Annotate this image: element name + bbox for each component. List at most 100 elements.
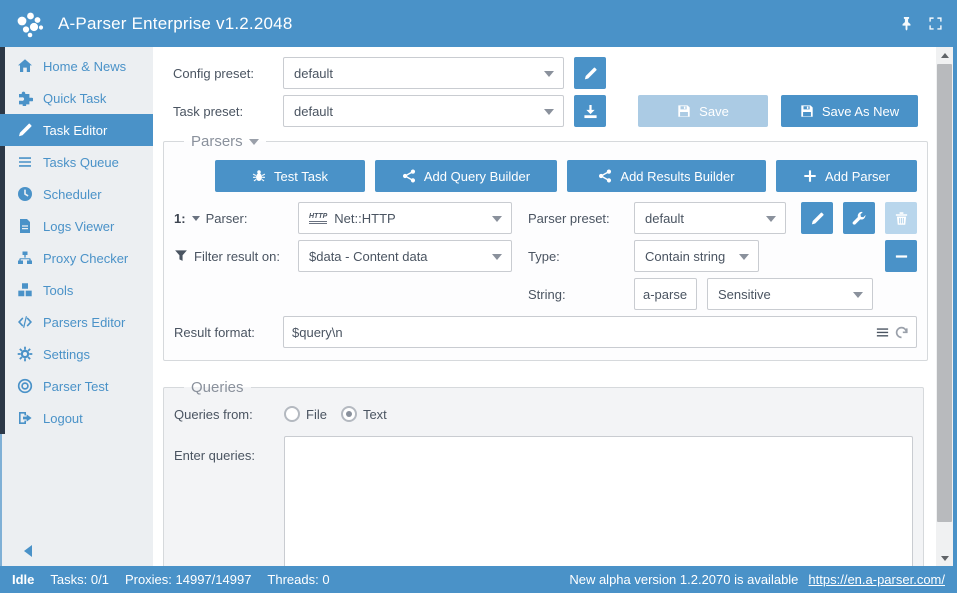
delete-parser-button[interactable] [885, 202, 917, 234]
filter-icon [174, 249, 188, 263]
add-parser-label: Add Parser [825, 169, 890, 184]
filter-field-select[interactable]: $data - Content data [298, 240, 512, 272]
scroll-down-arrow[interactable] [936, 550, 953, 566]
download-icon [583, 104, 598, 119]
sidebar-item-scheduler[interactable]: Scheduler [0, 178, 153, 210]
sidebar-item-logout[interactable]: Logout [0, 402, 153, 434]
task-preset-value: default [294, 104, 333, 119]
plus-icon [803, 169, 817, 183]
queries-from-file-radio[interactable] [284, 406, 300, 422]
filter-case-select[interactable]: Sensitive [707, 278, 873, 310]
gears-icon [17, 346, 33, 362]
enter-queries-label: Enter queries: [174, 436, 284, 463]
filter-type-value: Contain string [645, 249, 725, 264]
sidebar-item-label: Tools [43, 283, 73, 298]
list-icon [17, 154, 33, 170]
test-task-button[interactable]: Test Task [215, 160, 365, 192]
add-results-builder-button[interactable]: Add Results Builder [567, 160, 766, 192]
chevron-down-icon [544, 71, 554, 77]
sidebar-item-proxy-checker[interactable]: Proxy Checker [0, 242, 153, 274]
parser-select-value: Net::HTTP [334, 211, 395, 226]
sidebar-item-label: Settings [43, 347, 90, 362]
save-button[interactable]: Save [638, 95, 768, 127]
filter-string-row: String: Sensitive [174, 278, 917, 310]
parser-select[interactable]: HTTP Net::HTTP [298, 202, 512, 234]
filter-type-select[interactable]: Contain string [634, 240, 759, 272]
sidebar-item-logs-viewer[interactable]: Logs Viewer [0, 210, 153, 242]
save-button-label: Save [699, 104, 729, 119]
vertical-scrollbar[interactable] [936, 47, 953, 566]
clock-icon [17, 186, 33, 202]
sidebar-item-label: Task Editor [43, 123, 107, 138]
config-preset-select[interactable]: default [283, 57, 564, 89]
parser-preset-select[interactable]: default [634, 202, 786, 234]
parser-options-button[interactable] [843, 202, 875, 234]
pencil-icon [810, 211, 825, 226]
sidebar-item-label: Logout [43, 411, 83, 426]
edit-config-preset-button[interactable] [574, 57, 606, 89]
sidebar-item-parser-test[interactable]: Parser Test [0, 370, 153, 402]
scroll-up-arrow[interactable] [936, 47, 953, 63]
sidebar-item-tools[interactable]: Tools [0, 274, 153, 306]
chevron-down-icon [739, 254, 749, 260]
wrench-icon [852, 211, 867, 226]
sidebar-item-label: Parsers Editor [43, 315, 125, 330]
filter-string-input[interactable] [634, 278, 697, 310]
import-task-preset-button[interactable] [574, 95, 606, 127]
add-parser-button[interactable]: Add Parser [776, 160, 917, 192]
queries-section-legend: Queries [184, 379, 251, 396]
a-parser-logo-icon [14, 8, 46, 40]
sidebar: Home & News Quick Task Task Editor Tasks… [0, 47, 153, 566]
collapse-sidebar-arrow[interactable] [24, 545, 32, 557]
share-nodes-icon [402, 169, 416, 183]
scrollbar-thumb[interactable] [937, 64, 952, 522]
sidebar-item-home-news[interactable]: Home & News [0, 50, 153, 82]
sidebar-item-task-editor[interactable]: Task Editor [0, 114, 153, 146]
sidebar-item-parsers-editor[interactable]: Parsers Editor [0, 306, 153, 338]
sidebar-item-tasks-queue[interactable]: Tasks Queue [0, 146, 153, 178]
reset-icon[interactable] [894, 325, 909, 340]
result-format-label: Result format: [174, 325, 283, 340]
filter-string-label: String: [528, 287, 634, 302]
update-link[interactable]: https://en.a-parser.com/ [808, 572, 945, 587]
chevron-down-icon [766, 216, 776, 222]
pin-icon[interactable] [899, 16, 914, 31]
filter-result-label: Filter result on: [194, 249, 280, 264]
queries-from-text-radio[interactable] [341, 406, 357, 422]
edit-parser-preset-button[interactable] [801, 202, 833, 234]
test-task-label: Test Task [274, 169, 328, 184]
chevron-down-icon[interactable] [192, 216, 200, 221]
status-bar: Idle Tasks: 0/1 Proxies: 14997/14997 Thr… [0, 566, 957, 593]
parsers-legend-label: Parsers [191, 133, 243, 150]
config-preset-label: Config preset: [173, 66, 283, 81]
fullscreen-icon[interactable] [928, 16, 943, 31]
queries-from-text-label: Text [363, 407, 387, 422]
chevron-down-icon [853, 292, 863, 298]
task-editor-panel: Config preset: default Task preset: defa… [153, 47, 936, 566]
sitemap-icon [17, 250, 33, 266]
queries-textarea[interactable] [284, 436, 913, 566]
add-results-builder-label: Add Results Builder [620, 169, 734, 184]
filter-type-label: Type: [528, 249, 634, 264]
add-query-builder-label: Add Query Builder [424, 169, 530, 184]
result-format-row: Result format: [174, 316, 917, 348]
add-query-builder-button[interactable]: Add Query Builder [375, 160, 557, 192]
remove-filter-button[interactable] [885, 240, 917, 272]
task-preset-select[interactable]: default [283, 95, 564, 127]
template-list-icon[interactable] [875, 325, 890, 340]
status-proxies: Proxies: 14997/14997 [125, 572, 251, 587]
parsers-section-legend[interactable]: Parsers [184, 133, 266, 150]
filter-row: Filter result on: $data - Content data T… [174, 240, 917, 272]
status-state: Idle [12, 572, 34, 587]
save-as-new-button[interactable]: Save As New [781, 95, 918, 127]
parsers-section: Parsers Test Task Add Query Builder Add … [163, 133, 928, 361]
result-format-input[interactable] [283, 316, 917, 348]
cubes-icon [17, 282, 33, 298]
update-message: New alpha version 1.2.2070 is available [569, 572, 798, 587]
sidebar-item-quick-task[interactable]: Quick Task [0, 82, 153, 114]
status-threads: Threads: 0 [267, 572, 329, 587]
minus-icon [894, 249, 909, 264]
sidebar-item-label: Home & News [43, 59, 126, 74]
parser-row-index: 1: [174, 211, 186, 226]
sidebar-item-settings[interactable]: Settings [0, 338, 153, 370]
